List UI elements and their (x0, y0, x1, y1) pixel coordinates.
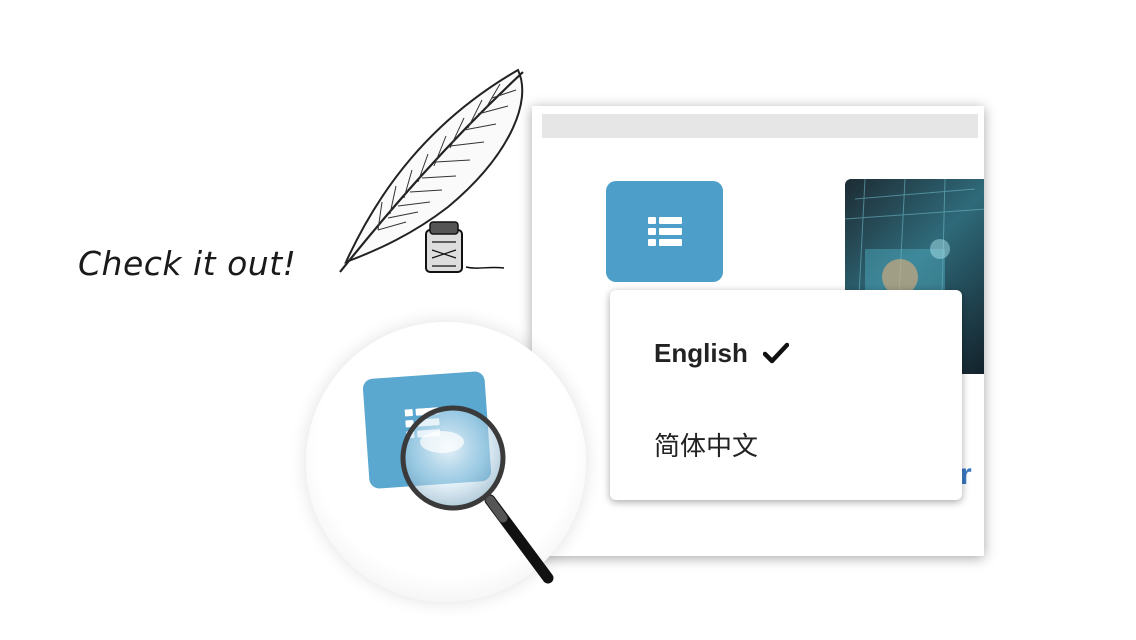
language-option-chinese[interactable]: 简体中文 (654, 426, 758, 463)
language-option-english[interactable]: English (654, 338, 790, 369)
language-option-label: English (654, 338, 748, 368)
callout-text: Check it out! (78, 244, 297, 283)
language-dropdown-menu: English 简体中文 (610, 290, 962, 500)
language-option-label: 简体中文 (654, 431, 759, 461)
magnifying-glass-icon (400, 405, 554, 584)
top-bar (542, 114, 978, 138)
quill-pen-illustration (339, 68, 524, 273)
language-menu-button[interactable] (606, 181, 723, 282)
list-icon (647, 216, 682, 246)
check-icon (763, 342, 790, 364)
